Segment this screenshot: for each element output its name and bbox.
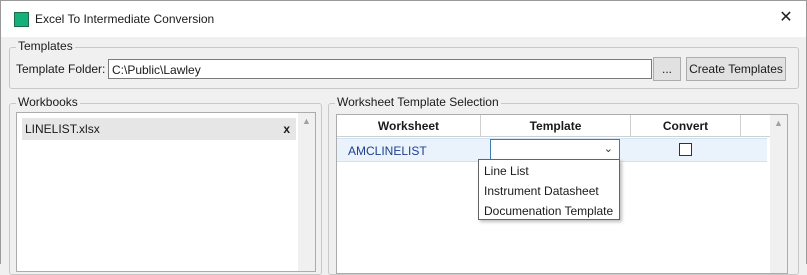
title-bar: Excel To Intermediate Conversion ✕ <box>1 1 806 37</box>
template-combobox[interactable]: ⌄ <box>490 139 620 161</box>
close-icon: ✕ <box>779 9 793 26</box>
close-button[interactable]: ✕ <box>776 8 796 28</box>
worksheet-cell: AMCLINELIST <box>348 144 427 158</box>
workbook-list-item[interactable]: LINELIST.xlsx x <box>22 118 296 140</box>
column-header-template[interactable]: Template <box>481 115 631 137</box>
templates-group: Templates Template Folder: C:\Public\Law… <box>9 39 799 89</box>
column-header-filler <box>741 115 771 137</box>
template-dropdown-list[interactable]: Line List Instrument Datasheet Documenat… <box>478 159 620 220</box>
templates-legend: Templates <box>16 39 75 53</box>
workbooks-legend: Workbooks <box>16 95 80 109</box>
window-title: Excel To Intermediate Conversion <box>35 12 215 26</box>
column-header-convert[interactable]: Convert <box>631 115 741 137</box>
app-window: Excel To Intermediate Conversion ✕ Templ… <box>0 0 807 275</box>
workbooks-list[interactable]: LINELIST.xlsx x ▲ <box>16 112 316 272</box>
scroll-up-arrow-icon[interactable]: ▲ <box>298 113 315 130</box>
app-icon <box>14 12 29 27</box>
template-folder-label: Template Folder: <box>16 62 106 76</box>
browse-button[interactable]: ... <box>653 57 681 81</box>
workbooks-scrollbar[interactable]: ▲ <box>298 113 315 271</box>
scroll-up-arrow-icon[interactable]: ▲ <box>770 115 787 132</box>
worksheet-selection-legend: Worksheet Template Selection <box>335 95 501 109</box>
dropdown-option-line-list[interactable]: Line List <box>484 164 529 178</box>
workbook-name: LINELIST.xlsx <box>25 122 100 136</box>
column-header-worksheet[interactable]: Worksheet <box>337 115 481 137</box>
workbooks-group: Workbooks LINELIST.xlsx x ▲ <box>9 95 322 275</box>
chevron-down-icon[interactable]: ⌄ <box>604 142 613 155</box>
dropdown-option-documenation-template[interactable]: Documenation Template <box>484 204 613 218</box>
remove-workbook-icon[interactable]: x <box>283 122 290 136</box>
worksheet-grid-scrollbar[interactable]: ▲ <box>770 115 787 273</box>
create-templates-button[interactable]: Create Templates <box>686 57 786 81</box>
template-folder-input[interactable]: C:\Public\Lawley <box>108 59 652 79</box>
dropdown-option-instrument-datasheet[interactable]: Instrument Datasheet <box>484 184 599 198</box>
convert-checkbox[interactable] <box>679 143 692 156</box>
